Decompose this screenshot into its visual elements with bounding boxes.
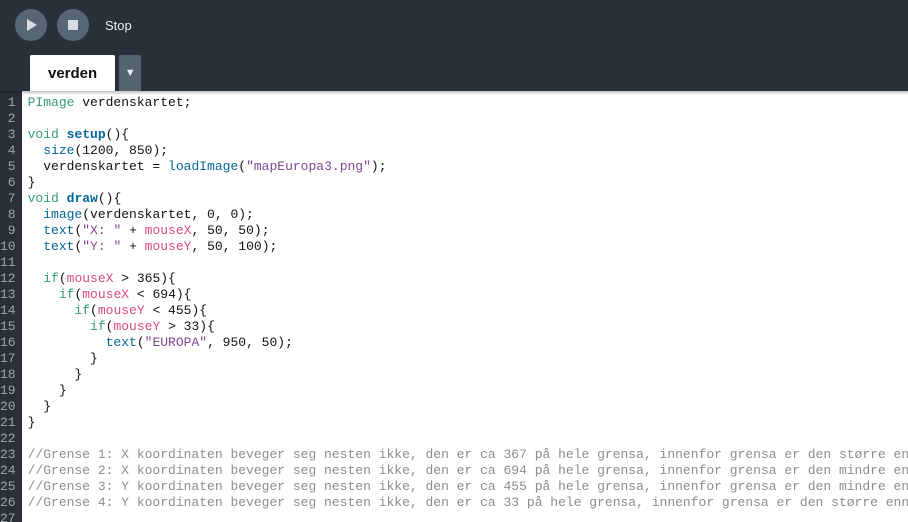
code-editor[interactable]: 1234567891011121314151617181920212223242…	[0, 91, 908, 522]
line-number: 22	[0, 431, 16, 447]
line-number: 26	[0, 495, 16, 511]
line-number: 24	[0, 463, 16, 479]
stop-button[interactable]	[57, 9, 89, 41]
code-line: void setup(){	[28, 127, 908, 143]
code-line: }	[28, 399, 908, 415]
code-line: if(mouseX > 365){	[28, 271, 908, 287]
code-line: size(1200, 850);	[28, 143, 908, 159]
line-number: 9	[0, 223, 16, 239]
code-line: verdenskartet = loadImage("mapEuropa3.pn…	[28, 159, 908, 175]
code-line	[28, 431, 908, 447]
line-number: 4	[0, 143, 16, 159]
line-number: 21	[0, 415, 16, 431]
line-number: 13	[0, 287, 16, 303]
play-icon	[24, 18, 38, 32]
tab-bar: verden ▼	[0, 50, 908, 91]
chevron-down-icon: ▼	[125, 67, 136, 79]
toolbar: Stop	[0, 0, 908, 50]
line-number: 10	[0, 239, 16, 255]
code-line: void draw(){	[28, 191, 908, 207]
line-number: 6	[0, 175, 16, 191]
line-number: 25	[0, 479, 16, 495]
code-line: //Grense 3: Y koordinaten beveger seg ne…	[28, 479, 908, 495]
code-line: image(verdenskartet, 0, 0);	[28, 207, 908, 223]
code-line	[28, 255, 908, 271]
code-line	[28, 511, 908, 522]
code-line: }	[28, 415, 908, 431]
line-number: 17	[0, 351, 16, 367]
line-number: 19	[0, 383, 16, 399]
code-line: text("Y: " + mouseY, 50, 100);	[28, 239, 908, 255]
code-area[interactable]: PImage verdenskartet; void setup(){ size…	[22, 91, 908, 522]
line-gutter: 1234567891011121314151617181920212223242…	[0, 91, 22, 522]
code-line: if(mouseX < 694){	[28, 287, 908, 303]
code-line	[28, 111, 908, 127]
line-number: 18	[0, 367, 16, 383]
code-line: }	[28, 367, 908, 383]
tab-dropdown[interactable]: ▼	[119, 55, 141, 91]
line-number: 27	[0, 511, 16, 522]
code-line: }	[28, 351, 908, 367]
line-number: 7	[0, 191, 16, 207]
line-number: 15	[0, 319, 16, 335]
stop-label: Stop	[105, 18, 132, 33]
code-line: }	[28, 175, 908, 191]
stop-icon	[67, 19, 79, 31]
line-number: 5	[0, 159, 16, 175]
tab-active[interactable]: verden	[30, 55, 115, 91]
line-number: 14	[0, 303, 16, 319]
code-line: text("EUROPA", 950, 50);	[28, 335, 908, 351]
line-number: 3	[0, 127, 16, 143]
code-line: text("X: " + mouseX, 50, 50);	[28, 223, 908, 239]
line-number: 23	[0, 447, 16, 463]
code-line: //Grense 2: X koordinaten beveger seg ne…	[28, 463, 908, 479]
code-line: if(mouseY < 455){	[28, 303, 908, 319]
tabbar-shadow	[0, 91, 908, 95]
line-number: 11	[0, 255, 16, 271]
code-line: if(mouseY > 33){	[28, 319, 908, 335]
line-number: 16	[0, 335, 16, 351]
line-number: 12	[0, 271, 16, 287]
line-number: 2	[0, 111, 16, 127]
code-line: }	[28, 383, 908, 399]
code-line: //Grense 4: Y koordinaten beveger seg ne…	[28, 495, 908, 511]
code-line: PImage verdenskartet;	[28, 95, 908, 111]
code-line: //Grense 1: X koordinaten beveger seg ne…	[28, 447, 908, 463]
run-button[interactable]	[15, 9, 47, 41]
line-number: 8	[0, 207, 16, 223]
line-number: 1	[0, 95, 16, 111]
line-number: 20	[0, 399, 16, 415]
